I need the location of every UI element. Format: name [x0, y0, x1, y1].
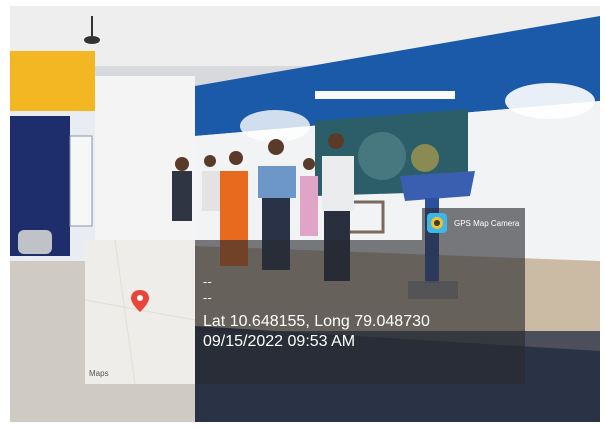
address-line-1: -- [203, 274, 212, 289]
gps-camera-app-icon [427, 213, 447, 233]
chair [18, 230, 52, 254]
yellow-wall [10, 51, 95, 111]
location-info-panel: -- -- Lat 10.648155, Long 79.048730 09/1… [195, 240, 525, 384]
map-view [85, 240, 195, 384]
tube-light [315, 91, 455, 99]
map-thumbnail: Maps [85, 240, 195, 384]
gps-coordinates: Lat 10.648155, Long 79.048730 [203, 313, 430, 330]
app-name: GPS Map Camera [454, 219, 520, 228]
gps-overlay: GPS Map Camera Maps -- -- Lat 10.648155,… [85, 208, 525, 384]
light-glow [505, 83, 595, 119]
screen: GPS Map Camera Maps -- -- Lat 10.648155,… [0, 0, 605, 428]
ceiling-fan-icon [84, 36, 100, 44]
app-badge: GPS Map Camera [422, 208, 525, 240]
address-line-2: -- [203, 290, 212, 305]
apple-maps-label: Maps [89, 369, 109, 378]
timestamp: 09/15/2022 09:53 AM [203, 333, 356, 350]
maps-brand-text: Maps [89, 369, 109, 378]
